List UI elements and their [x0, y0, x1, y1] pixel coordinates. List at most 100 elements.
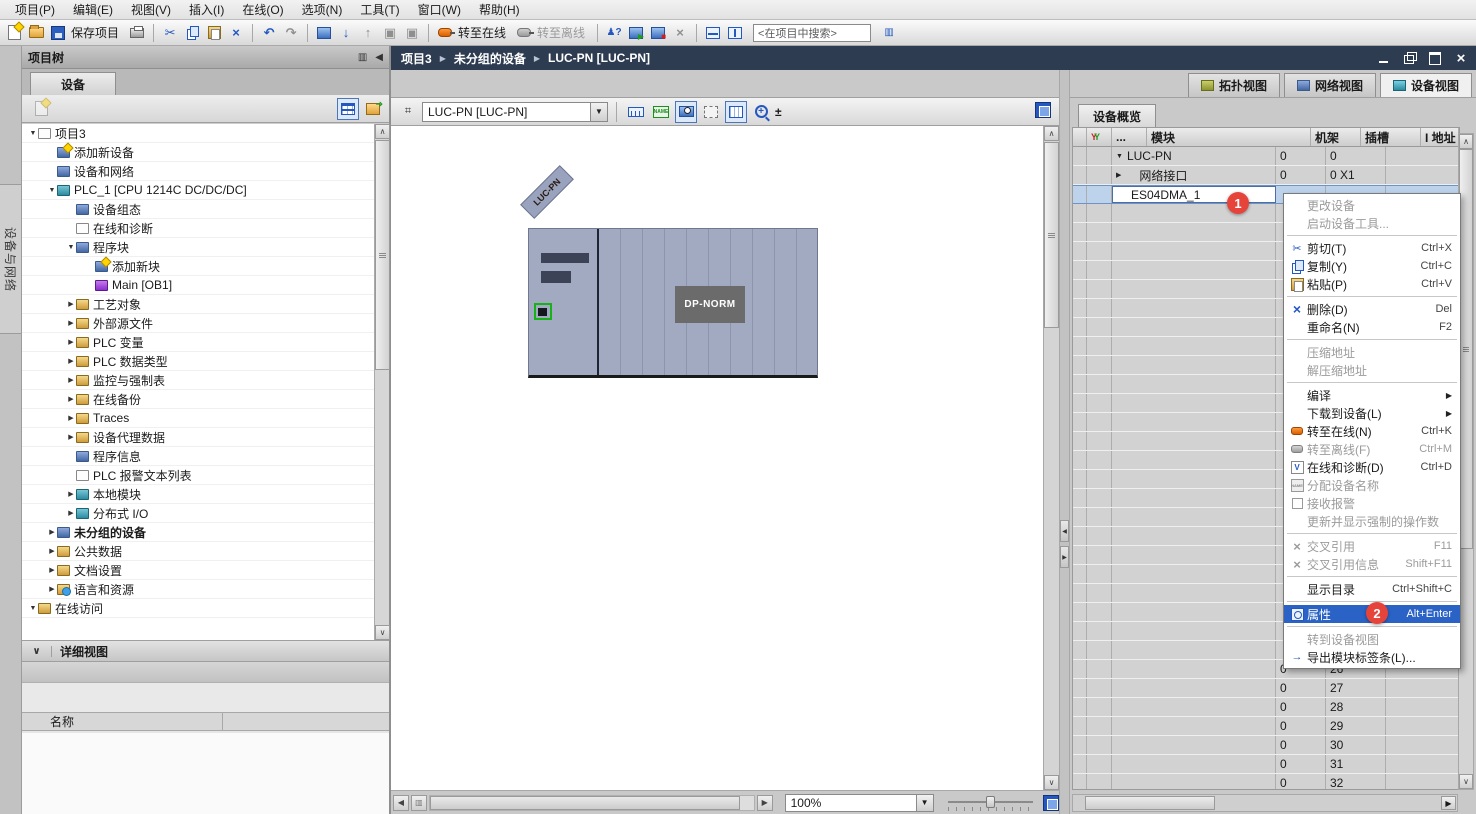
tree-expander-icon[interactable]: ▶	[66, 300, 76, 308]
breadcrumb-segment[interactable]: 未分组的设备	[454, 50, 526, 67]
menu-item-下载到设备(L)[interactable]: 下载到设备(L)▶	[1284, 404, 1460, 422]
module-cell[interactable]	[1112, 508, 1276, 526]
tree-expander-icon[interactable]: ▼	[28, 130, 38, 137]
tree-item-外部源文件[interactable]: ▶外部源文件	[22, 314, 389, 333]
module-cell[interactable]	[1112, 242, 1276, 260]
cross-references-button[interactable]: ×	[670, 23, 690, 43]
device-overview-tab[interactable]: 设备概览	[1078, 104, 1156, 127]
canvas-horizontal-scrollbar[interactable]	[429, 795, 755, 811]
scroll-down-button[interactable]: ∨	[1459, 774, 1473, 789]
table-row[interactable]: 027	[1073, 679, 1459, 698]
maximize-button[interactable]	[1428, 51, 1442, 65]
menubar-item[interactable]: 选项(N)	[293, 0, 352, 20]
fit-to-window-icon[interactable]	[1043, 795, 1059, 811]
open-project-button[interactable]	[26, 23, 46, 43]
canvas-vertical-scrollbar[interactable]: ∧ ∨	[1043, 126, 1059, 790]
device-selector-dropdown[interactable]: LUC-PN [LUC-PN] ▼	[422, 102, 608, 122]
split-editor-vertical-button[interactable]	[725, 23, 745, 43]
tree-item-在线访问[interactable]: ▼在线访问	[22, 599, 389, 618]
new-project-button[interactable]	[4, 23, 24, 43]
start-simulation-button[interactable]	[626, 23, 646, 43]
table-row[interactable]: 030	[1073, 736, 1459, 755]
menu-item-导出模块标签条(L)...[interactable]: 导出模块标签条(L)...	[1284, 648, 1460, 666]
module-cell[interactable]	[1112, 261, 1276, 279]
tree-item-工艺对象[interactable]: ▶工艺对象	[22, 295, 389, 314]
show-labels-toggle[interactable]	[675, 101, 697, 123]
table-row[interactable]: 028	[1073, 698, 1459, 717]
tree-item-Main [OB1][interactable]: Main [OB1]	[22, 276, 389, 295]
table-row-LUC-PN[interactable]: ▼LUC-PN00	[1073, 147, 1459, 166]
close-button[interactable]: ×	[1454, 51, 1468, 65]
tree-item-程序信息[interactable]: 程序信息	[22, 447, 389, 466]
scroll-left-button[interactable]: ◀	[393, 795, 409, 811]
tree-item-在线和诊断[interactable]: 在线和诊断	[22, 219, 389, 238]
print-button[interactable]	[127, 23, 147, 43]
scroll-down-button[interactable]: ∨	[375, 625, 390, 640]
zoom-level-dropdown[interactable]: 100% ▼	[785, 794, 934, 812]
menubar-item[interactable]: 帮助(H)	[470, 0, 529, 20]
save-project-button[interactable]	[48, 23, 68, 43]
tree-item-本地模块[interactable]: ▶本地模块	[22, 485, 389, 504]
scroll-right-button[interactable]: ▶	[757, 795, 773, 811]
scroll-thumb[interactable]	[1044, 142, 1059, 328]
module-cell[interactable]	[1112, 774, 1276, 790]
row-expander-icon[interactable]: ▶	[1116, 171, 1121, 179]
tree-expander-icon[interactable]: ▶	[66, 338, 76, 346]
module-column-header[interactable]: 模块	[1147, 128, 1311, 146]
module-cell[interactable]	[1112, 451, 1276, 469]
breadcrumb-segment[interactable]: LUC-PN [LUC-PN]	[548, 51, 650, 65]
menu-item-编译[interactable]: 编译▶	[1284, 386, 1460, 404]
scroll-thumb[interactable]	[1459, 149, 1473, 549]
module-cell[interactable]	[1112, 394, 1276, 412]
table-row[interactable]: 031	[1073, 755, 1459, 774]
network-data-button[interactable]: ⌗	[397, 101, 419, 123]
menubar-item[interactable]: 插入(I)	[180, 0, 233, 20]
go-online-button[interactable]	[435, 23, 455, 43]
tree-expander-icon[interactable]: ▶	[66, 490, 76, 498]
module-cell[interactable]	[1112, 679, 1276, 697]
menu-item-粘贴(P)[interactable]: 粘贴(P)Ctrl+V	[1284, 275, 1460, 293]
ethernet-port-icon[interactable]	[534, 303, 552, 320]
view-tab-设备视图[interactable]: 设备视图	[1380, 73, 1472, 97]
slot-column-header[interactable]: 插槽	[1361, 128, 1421, 146]
collapse-panel-icon[interactable]: ◀	[375, 52, 383, 63]
rack-column-header[interactable]: 机架	[1311, 128, 1361, 146]
add-device-tool-button[interactable]	[30, 98, 52, 120]
module-cell[interactable]	[1112, 337, 1276, 355]
scroll-thumb[interactable]	[375, 140, 390, 370]
module-cell[interactable]	[1112, 565, 1276, 583]
tree-item-未分组的设备[interactable]: ▶未分组的设备	[22, 523, 389, 542]
scroll-up-button[interactable]: ∧	[1044, 126, 1059, 141]
tree-expander-icon[interactable]: ▶	[66, 414, 76, 422]
device-name-plate[interactable]: LUC-PN	[520, 165, 574, 219]
view-tab-网络视图[interactable]: 网络视图	[1284, 73, 1376, 97]
module-cell[interactable]	[1112, 660, 1276, 678]
module-cell[interactable]	[1112, 413, 1276, 431]
tree-expander-icon[interactable]: ▶	[47, 566, 57, 574]
menu-item-剪切(T)[interactable]: 剪切(T)Ctrl+X	[1284, 239, 1460, 257]
zoom-step-icon[interactable]: ±	[775, 105, 782, 119]
upload-from-device-button[interactable]: ↑	[358, 23, 378, 43]
scroll-right-button[interactable]: ▶	[1441, 796, 1456, 810]
device-view-canvas[interactable]: LUC-PN DP-NORM	[391, 126, 1043, 790]
overview-columns-toggle[interactable]	[725, 101, 747, 123]
module-cell[interactable]	[1112, 546, 1276, 564]
menubar-item[interactable]: 在线(O)	[233, 0, 292, 20]
menubar-item[interactable]: 视图(V)	[122, 0, 180, 20]
i-address-column-header[interactable]: I 地址	[1421, 128, 1459, 146]
tree-expander-icon[interactable]: ▶	[66, 319, 76, 327]
module-cell[interactable]	[1112, 584, 1276, 602]
module-cell[interactable]	[1112, 489, 1276, 507]
module-cell[interactable]	[1112, 223, 1276, 241]
row-expander-icon[interactable]: ▼	[1116, 153, 1123, 160]
tree-expander-icon[interactable]: ▶	[66, 376, 76, 384]
module-cell[interactable]	[1112, 375, 1276, 393]
zoom-button[interactable]: +	[750, 101, 772, 123]
module-cell[interactable]	[1112, 470, 1276, 488]
scroll-thumb[interactable]	[1085, 796, 1215, 810]
menu-item-重命名(N)[interactable]: 重命名(N)F2	[1284, 318, 1460, 336]
menu-item-显示目录[interactable]: 显示目录Ctrl+Shift+C	[1284, 580, 1460, 598]
split-editor-horizontal-button[interactable]	[703, 23, 723, 43]
panel-splitter[interactable]: ◀ ▶	[1059, 70, 1070, 814]
overview-horizontal-scrollbar[interactable]: ▶	[1072, 794, 1458, 812]
